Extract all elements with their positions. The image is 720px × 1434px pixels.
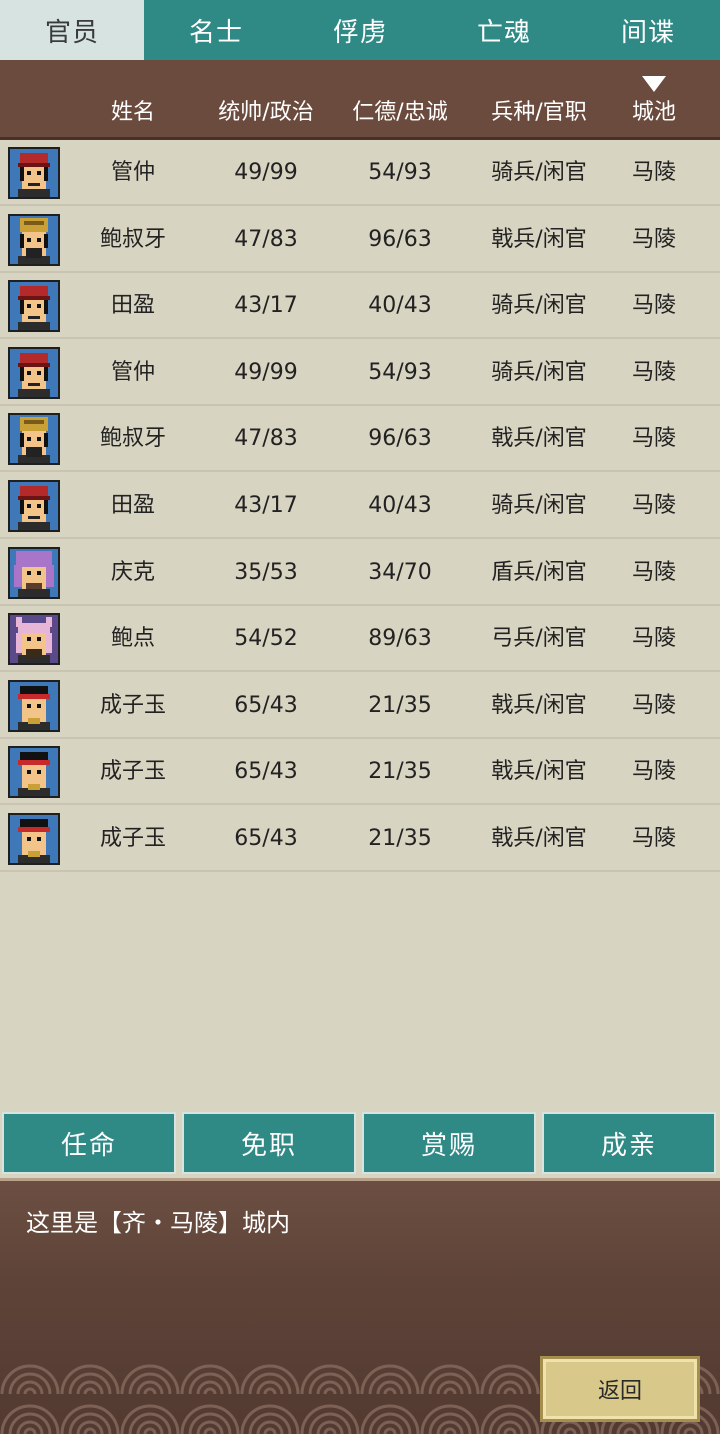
leadership-politics-value: 49/99 bbox=[234, 359, 298, 385]
troop-office-value: 戟兵/闲官 bbox=[491, 759, 587, 785]
table-row[interactable]: 鲍点 54/52 89/63 弓兵/闲官 马陵 bbox=[0, 606, 720, 673]
officer-name: 鲍点 bbox=[110, 626, 155, 652]
officer-portrait-icon[interactable] bbox=[8, 813, 60, 865]
city-value: 马陵 bbox=[631, 559, 676, 585]
virtue-loyalty-value: 54/93 bbox=[368, 359, 432, 385]
marry-button[interactable]: 成亲 bbox=[542, 1112, 716, 1174]
virtue-loyalty-value: 34/70 bbox=[368, 559, 432, 585]
officer-name: 鲍叔牙 bbox=[99, 426, 166, 452]
column-header-city[interactable]: 城池 bbox=[612, 96, 696, 130]
officer-name: 管仲 bbox=[110, 160, 155, 185]
officer-portrait-icon[interactable] bbox=[8, 147, 60, 199]
officer-name: 成子玉 bbox=[99, 759, 166, 785]
troop-office-value: 盾兵/闲官 bbox=[491, 559, 587, 585]
city-value: 马陵 bbox=[631, 359, 676, 385]
city-value: 马陵 bbox=[631, 226, 676, 252]
table-row[interactable]: 成子玉 65/43 21/35 戟兵/闲官 马陵 bbox=[0, 806, 720, 872]
leadership-politics-value: 43/17 bbox=[234, 293, 298, 319]
city-value: 马陵 bbox=[631, 426, 676, 452]
action-bar: 任命 免职 赏赐 成亲 bbox=[0, 1110, 720, 1176]
leadership-politics-value: 49/99 bbox=[234, 160, 298, 185]
table-row[interactable]: 成子玉 65/43 21/35 戟兵/闲官 马陵 bbox=[0, 739, 720, 806]
officer-portrait-icon[interactable] bbox=[8, 480, 60, 532]
appoint-button[interactable]: 任命 bbox=[2, 1112, 176, 1174]
leadership-politics-value: 35/53 bbox=[234, 559, 298, 585]
troop-office-value: 戟兵/闲官 bbox=[491, 692, 587, 718]
troop-office-value: 弓兵/闲官 bbox=[491, 626, 587, 652]
officer-name: 管仲 bbox=[110, 359, 155, 385]
officer-portrait-icon[interactable] bbox=[8, 346, 60, 399]
tab-deceased[interactable]: 亡魂 bbox=[432, 0, 576, 60]
tab-bar: 官员 名士 俘虏 亡魂 间谍 bbox=[0, 0, 720, 60]
city-value: 马陵 bbox=[631, 293, 676, 319]
officer-name: 鲍叔牙 bbox=[99, 226, 166, 252]
virtue-loyalty-value: 96/63 bbox=[368, 426, 432, 452]
leadership-politics-value: 43/17 bbox=[234, 493, 298, 518]
table-row[interactable]: 鲍叔牙 47/83 96/63 戟兵/闲官 马陵 bbox=[0, 207, 720, 273]
troop-office-value: 戟兵/闲官 bbox=[491, 226, 587, 252]
virtue-loyalty-value: 40/43 bbox=[368, 493, 432, 518]
city-value: 马陵 bbox=[631, 759, 676, 785]
troop-office-value: 戟兵/闲官 bbox=[491, 426, 587, 452]
virtue-loyalty-value: 96/63 bbox=[368, 226, 432, 252]
officer-name: 田盈 bbox=[110, 493, 155, 518]
virtue-loyalty-value: 21/35 bbox=[368, 759, 432, 785]
leadership-politics-value: 54/52 bbox=[234, 626, 298, 652]
officer-portrait-icon[interactable] bbox=[8, 213, 60, 266]
sort-descending-icon[interactable] bbox=[642, 76, 666, 92]
troop-office-value: 戟兵/闲官 bbox=[491, 826, 587, 851]
table-row[interactable]: 田盈 43/17 40/43 骑兵/闲官 马陵 bbox=[0, 273, 720, 340]
table-row[interactable]: 成子玉 65/43 21/35 戟兵/闲官 马陵 bbox=[0, 673, 720, 739]
leadership-politics-value: 47/83 bbox=[234, 426, 298, 452]
officer-portrait-icon[interactable] bbox=[8, 280, 60, 333]
city-value: 马陵 bbox=[631, 160, 676, 185]
officer-portrait-icon[interactable] bbox=[8, 413, 60, 466]
tab-prisoners[interactable]: 俘虏 bbox=[288, 0, 432, 60]
officer-portrait-icon[interactable] bbox=[8, 613, 60, 666]
officer-name: 庆克 bbox=[110, 559, 155, 585]
reward-button[interactable]: 赏赐 bbox=[362, 1112, 536, 1174]
officer-portrait-icon[interactable] bbox=[8, 546, 60, 599]
leadership-politics-value: 65/43 bbox=[234, 692, 298, 718]
table-row[interactable]: 庆克 35/53 34/70 盾兵/闲官 马陵 bbox=[0, 540, 720, 606]
column-header-leadership-politics[interactable]: 统帅/政治 bbox=[198, 96, 334, 130]
city-value: 马陵 bbox=[631, 493, 676, 518]
table-row[interactable]: 管仲 49/99 54/93 骑兵/闲官 马陵 bbox=[0, 140, 720, 206]
table-row[interactable]: 管仲 49/99 54/93 骑兵/闲官 马陵 bbox=[0, 340, 720, 406]
tab-spies[interactable]: 间谍 bbox=[576, 0, 720, 60]
virtue-loyalty-value: 89/63 bbox=[368, 626, 432, 652]
troop-office-value: 骑兵/闲官 bbox=[491, 160, 587, 185]
back-button[interactable]: 返回 bbox=[540, 1356, 700, 1422]
table-row[interactable]: 田盈 43/17 40/43 骑兵/闲官 马陵 bbox=[0, 473, 720, 539]
officer-name: 成子玉 bbox=[99, 826, 166, 851]
tab-scholars[interactable]: 名士 bbox=[144, 0, 288, 60]
tab-officials[interactable]: 官员 bbox=[0, 0, 144, 60]
location-status-text: 这里是【齐・马陵】城内 bbox=[26, 1209, 290, 1237]
table-header: 姓名 统帅/政治 仁德/忠诚 兵种/官职 城池 bbox=[0, 60, 720, 140]
column-header-troop-office[interactable]: 兵种/官职 bbox=[466, 96, 612, 130]
city-value: 马陵 bbox=[631, 626, 676, 652]
leadership-politics-value: 47/83 bbox=[234, 226, 298, 252]
virtue-loyalty-value: 21/35 bbox=[368, 826, 432, 851]
troop-office-value: 骑兵/闲官 bbox=[491, 359, 587, 385]
virtue-loyalty-value: 54/93 bbox=[368, 160, 432, 185]
city-value: 马陵 bbox=[631, 826, 676, 851]
officer-portrait-icon[interactable] bbox=[8, 679, 60, 732]
officer-name: 田盈 bbox=[110, 293, 155, 319]
column-header-name[interactable]: 姓名 bbox=[68, 96, 198, 130]
dismiss-button[interactable]: 免职 bbox=[182, 1112, 356, 1174]
troop-office-value: 骑兵/闲官 bbox=[491, 493, 587, 518]
officer-name: 成子玉 bbox=[99, 692, 166, 718]
leadership-politics-value: 65/43 bbox=[234, 759, 298, 785]
virtue-loyalty-value: 40/43 bbox=[368, 293, 432, 319]
city-value: 马陵 bbox=[631, 692, 676, 718]
troop-office-value: 骑兵/闲官 bbox=[491, 293, 587, 319]
column-header-virtue-loyalty[interactable]: 仁德/忠诚 bbox=[334, 96, 466, 130]
leadership-politics-value: 65/43 bbox=[234, 826, 298, 851]
table-row[interactable]: 鲍叔牙 47/83 96/63 戟兵/闲官 马陵 bbox=[0, 406, 720, 473]
virtue-loyalty-value: 21/35 bbox=[368, 692, 432, 718]
officer-portrait-icon[interactable] bbox=[8, 746, 60, 799]
